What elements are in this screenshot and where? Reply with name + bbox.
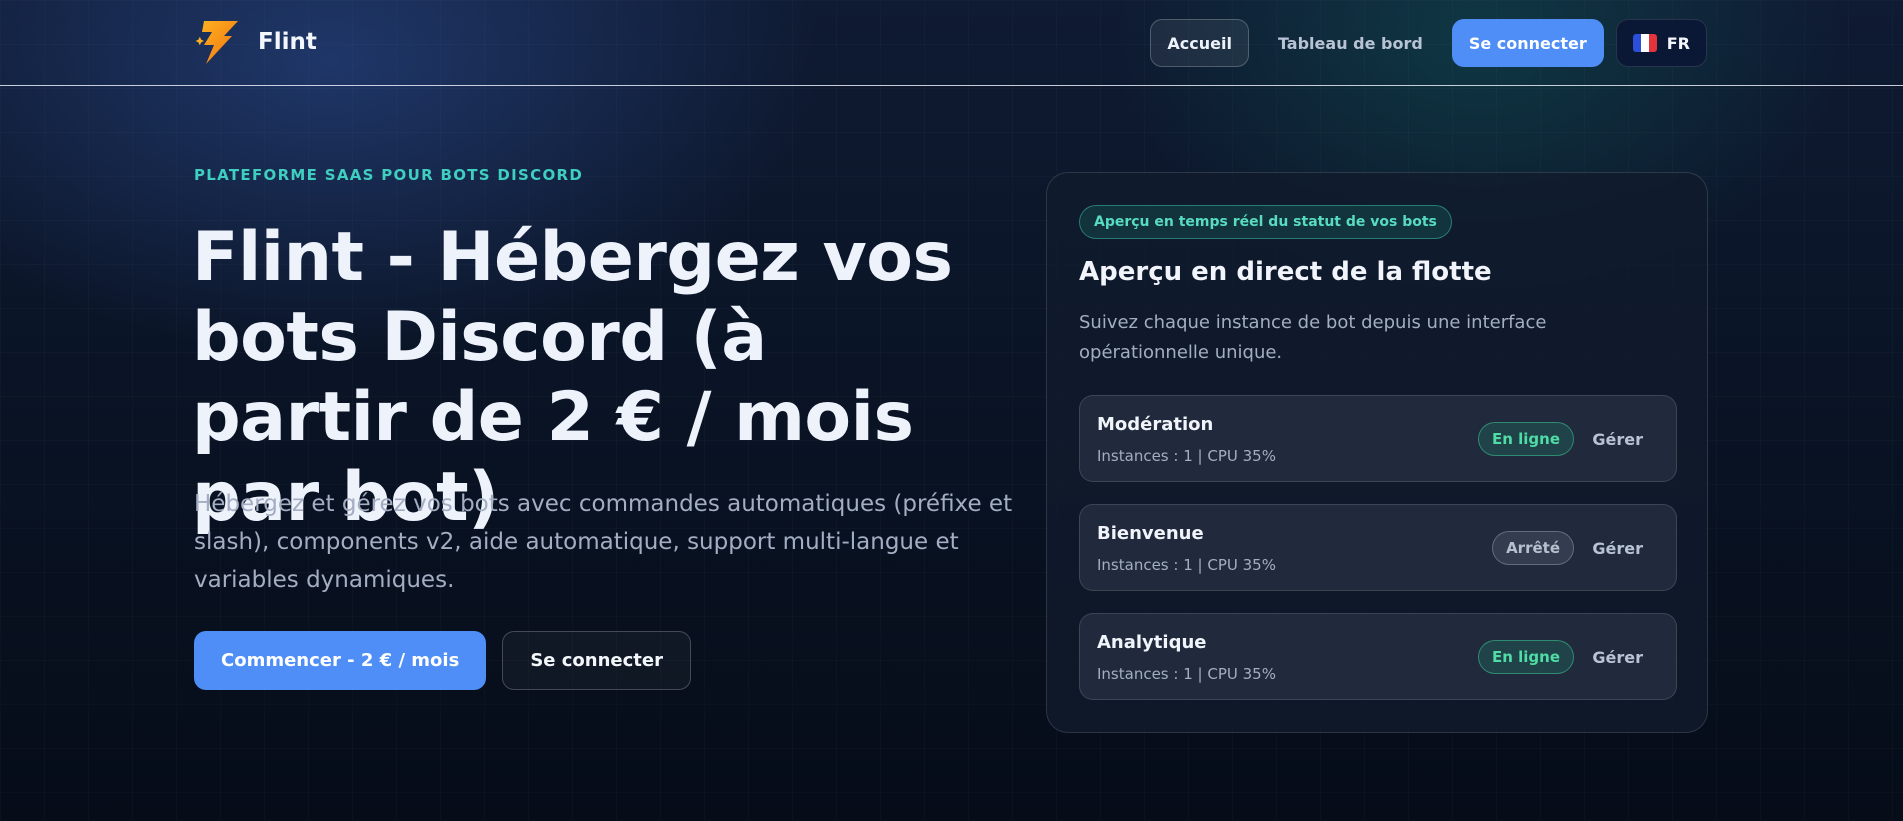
- realtime-badge: Aperçu en temps réel du statut de vos bo…: [1079, 205, 1452, 239]
- panel-subtitle: Suivez chaque instance de bot depuis une…: [1079, 312, 1547, 363]
- language-selector[interactable]: FR: [1615, 19, 1707, 67]
- brand[interactable]: Flint: [194, 18, 317, 66]
- status-badge: En ligne: [1477, 422, 1574, 456]
- manage-button[interactable]: Gérer: [1575, 529, 1660, 567]
- language-code: FR: [1666, 33, 1690, 53]
- france-flag-icon: [1632, 34, 1657, 52]
- top-nav: Accueil Tableau de bord Se connecter FR: [1150, 19, 1707, 67]
- panel-title: Aperçu en direct de la flotte: [1079, 257, 1492, 287]
- bot-card-moderation: Modération Instances : 1 | CPU 35% En li…: [1079, 395, 1677, 482]
- nav-login-button[interactable]: Se connecter: [1451, 19, 1604, 67]
- manage-button[interactable]: Gérer: [1575, 638, 1660, 676]
- bot-name: Analytique: [1097, 632, 1207, 653]
- hero-description: Hébergez et gérez vos bots avec commande…: [194, 491, 1013, 593]
- hero-cta-row: Commencer - 2 € / mois Se connecter: [194, 631, 691, 690]
- lightning-bolt-icon: [195, 21, 238, 64]
- bot-meta: Instances : 1 | CPU 35%: [1097, 665, 1276, 683]
- nav-dashboard[interactable]: Tableau de bord: [1261, 19, 1440, 67]
- status-badge: En ligne: [1477, 640, 1574, 674]
- status-badge: Arrêté: [1492, 531, 1574, 565]
- site-header: Flint Accueil Tableau de bord Se connect…: [0, 0, 1903, 86]
- bot-name: Modération: [1097, 414, 1214, 435]
- hero-eyebrow: PLATEFORME SAAS POUR BOTS DISCORD: [194, 166, 584, 184]
- get-started-button[interactable]: Commencer - 2 € / mois: [194, 631, 487, 690]
- bot-card-welcome: Bienvenue Instances : 1 | CPU 35% Arrêté…: [1079, 504, 1677, 591]
- bot-name: Bienvenue: [1097, 523, 1204, 544]
- manage-button[interactable]: Gérer: [1575, 420, 1660, 458]
- hero-login-button[interactable]: Se connecter: [502, 631, 691, 690]
- bot-card-analytics: Analytique Instances : 1 | CPU 35% En li…: [1079, 613, 1677, 700]
- brand-name: Flint: [258, 29, 317, 55]
- bot-meta: Instances : 1 | CPU 35%: [1097, 447, 1276, 465]
- bot-meta: Instances : 1 | CPU 35%: [1097, 556, 1276, 574]
- fleet-preview-panel: Aperçu en temps réel du statut de vos bo…: [1046, 172, 1708, 733]
- bot-list: Modération Instances : 1 | CPU 35% En li…: [1079, 395, 1677, 700]
- nav-home[interactable]: Accueil: [1150, 19, 1249, 67]
